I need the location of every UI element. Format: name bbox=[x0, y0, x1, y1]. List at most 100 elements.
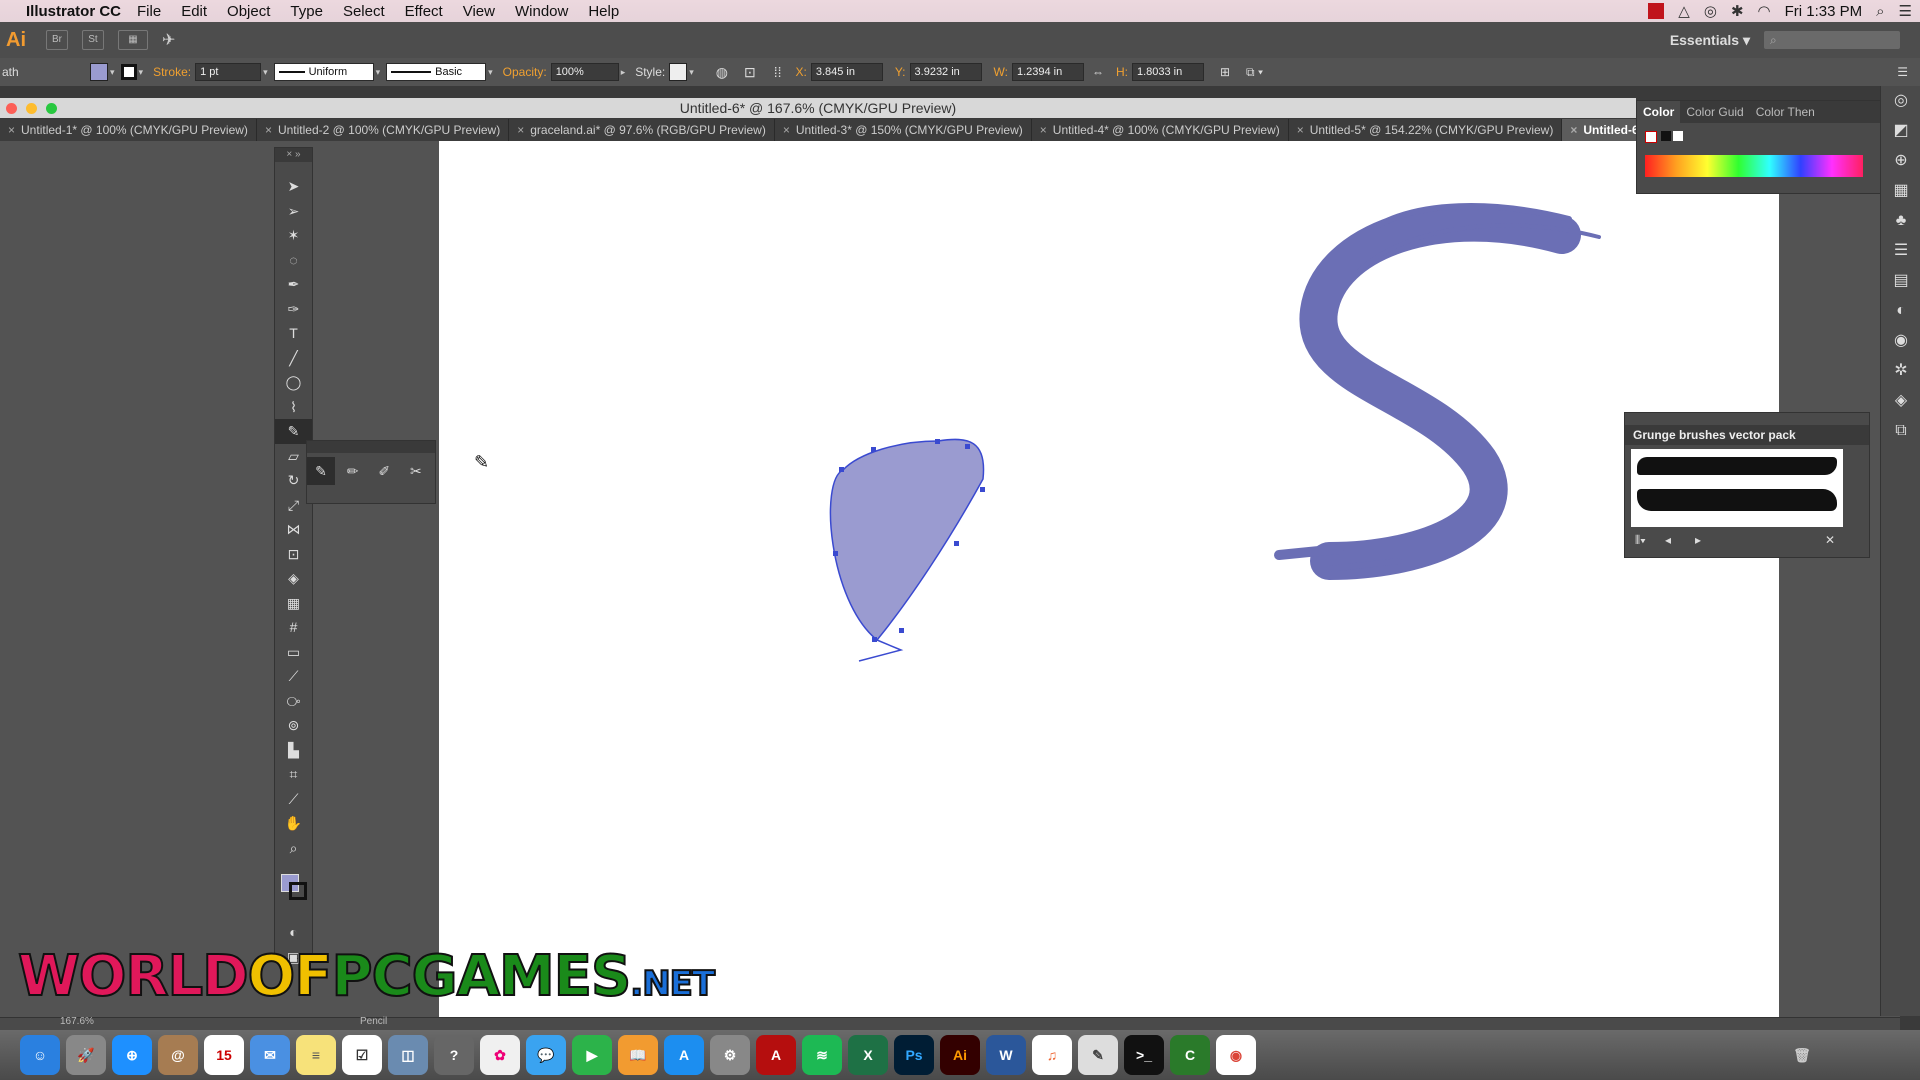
recolor-artwork-icon[interactable]: ◍ bbox=[716, 64, 728, 81]
gpu-performance-icon[interactable]: ✈ bbox=[162, 30, 175, 50]
close-tab-icon[interactable]: × bbox=[1570, 123, 1577, 137]
terminal-icon[interactable]: >_ bbox=[1124, 1035, 1164, 1075]
close-tab-icon[interactable]: × bbox=[517, 123, 524, 137]
word-icon[interactable]: W bbox=[986, 1035, 1026, 1075]
stroke-icon[interactable]: ☰ bbox=[1881, 236, 1920, 266]
preview-icon[interactable]: ◫ bbox=[388, 1035, 428, 1075]
menu-object[interactable]: Object bbox=[227, 3, 270, 20]
stroke-swatch[interactable] bbox=[120, 64, 137, 80]
mesh-tool-icon[interactable]: # bbox=[275, 615, 312, 640]
leaf-shape[interactable] bbox=[829, 438, 985, 642]
menu-select[interactable]: Select bbox=[343, 3, 385, 20]
color-spectrum[interactable] bbox=[1645, 155, 1863, 177]
ellipse-tool-icon[interactable]: ◯ bbox=[275, 370, 312, 395]
system-preferences-icon[interactable]: ⚙ bbox=[710, 1035, 750, 1075]
close-tab-icon[interactable]: × bbox=[8, 123, 15, 137]
transform-icon[interactable]: ⊞ bbox=[1220, 65, 1230, 79]
selection-tool-icon[interactable]: ➤ bbox=[275, 174, 312, 199]
menu-help[interactable]: Help bbox=[588, 3, 619, 20]
menu-window[interactable]: Window bbox=[515, 3, 568, 20]
reminders-icon[interactable]: ☑ bbox=[342, 1035, 382, 1075]
tab-untitled-5[interactable]: × Untitled-5* @ 154.22% (CMYK/GPU Preview… bbox=[1289, 119, 1563, 141]
magic-wand-tool-icon[interactable]: ✶ bbox=[275, 223, 312, 248]
illustrator-icon[interactable]: Ai bbox=[940, 1035, 980, 1075]
close-tab-icon[interactable]: × bbox=[1040, 123, 1047, 137]
swatches-icon[interactable]: ⊕ bbox=[1881, 146, 1920, 176]
stock-button[interactable]: St bbox=[82, 30, 104, 50]
blend-tool-icon[interactable]: ⧂ bbox=[275, 689, 312, 714]
gradient-tool-icon[interactable]: ▭ bbox=[275, 640, 312, 665]
constrain-proportions-icon[interactable]: ⇔ bbox=[1092, 65, 1104, 79]
brush-dropdown-icon[interactable]: ▾ bbox=[488, 67, 493, 78]
script-editor-icon[interactable]: ✎ bbox=[1078, 1035, 1118, 1075]
safari-icon[interactable]: ⊕ bbox=[112, 1035, 152, 1075]
eyedropper-tool-icon[interactable]: ⟋ bbox=[275, 664, 312, 689]
wifi-icon[interactable]: ◠ bbox=[1758, 2, 1771, 20]
tab-untitled-2[interactable]: × Untitled-2 @ 100% (CMYK/GPU Preview) bbox=[257, 119, 510, 141]
symbols-icon[interactable]: ♣ bbox=[1881, 206, 1920, 236]
mail-icon[interactable]: ✉ bbox=[250, 1035, 290, 1075]
menu-file[interactable]: File bbox=[137, 3, 161, 20]
workspace-switcher[interactable]: Essentials ▾ bbox=[1670, 32, 1750, 49]
close-tab-icon[interactable]: × bbox=[783, 123, 790, 137]
transparency-icon[interactable]: ◐ bbox=[1881, 296, 1920, 326]
smooth-tool-icon[interactable]: ✐ bbox=[370, 457, 398, 485]
symbol-sprayer-tool-icon[interactable]: ⊚ bbox=[275, 713, 312, 738]
fill-dropdown-icon[interactable]: ▾ bbox=[110, 67, 115, 78]
messages-icon[interactable]: 💬 bbox=[526, 1035, 566, 1075]
brushes-icon[interactable]: ▦ bbox=[1881, 176, 1920, 206]
drawing-modes-icon[interactable]: ◐ bbox=[275, 920, 312, 945]
spotlight-icon[interactable]: ⌕ bbox=[1876, 3, 1884, 20]
camtasia-icon[interactable]: C bbox=[1170, 1035, 1210, 1075]
close-library-icon[interactable]: ✕ bbox=[1825, 533, 1835, 547]
profile-dropdown-icon[interactable]: ▾ bbox=[376, 67, 381, 78]
brush-item[interactable] bbox=[1637, 489, 1837, 511]
column-graph-tool-icon[interactable]: ▙ bbox=[275, 738, 312, 763]
tab-color-themes[interactable]: Color Then bbox=[1750, 101, 1821, 123]
width-field[interactable]: 1.2394 in bbox=[1011, 63, 1084, 81]
stroke-dropdown-icon[interactable]: ▾ bbox=[139, 67, 144, 78]
bluetooth-icon[interactable]: ✱ bbox=[1731, 2, 1744, 20]
zoom-level[interactable]: 167.6% bbox=[60, 1016, 94, 1027]
chrome-icon[interactable]: ◉ bbox=[1216, 1035, 1256, 1075]
excel-icon[interactable]: X bbox=[848, 1035, 888, 1075]
pencil-flyout-tool-icon[interactable]: ✏ bbox=[339, 457, 367, 485]
contacts-icon[interactable]: @ bbox=[158, 1035, 198, 1075]
menu-edit[interactable]: Edit bbox=[181, 3, 207, 20]
gradient-icon[interactable]: ▤ bbox=[1881, 266, 1920, 296]
close-tab-icon[interactable]: × bbox=[265, 123, 272, 137]
none-swatch[interactable] bbox=[1645, 131, 1657, 143]
slice-tool-icon[interactable]: ⟋ bbox=[275, 787, 312, 812]
free-transform-tool-icon[interactable]: ⊡ bbox=[275, 542, 312, 567]
close-tab-icon[interactable]: × bbox=[1297, 123, 1304, 137]
hand-tool-icon[interactable]: ✋ bbox=[275, 811, 312, 836]
previous-library-icon[interactable]: ◂ bbox=[1665, 533, 1671, 547]
notes-icon[interactable]: ≡ bbox=[296, 1035, 336, 1075]
height-field[interactable]: 1.8033 in bbox=[1131, 63, 1204, 81]
finder-icon[interactable]: ☺ bbox=[20, 1035, 60, 1075]
tab-untitled-4[interactable]: × Untitled-4* @ 100% (CMYK/GPU Preview) bbox=[1032, 119, 1289, 141]
style-dropdown-icon[interactable]: ▾ bbox=[689, 67, 694, 78]
lasso-tool-icon[interactable]: ◌ bbox=[275, 248, 312, 273]
tab-graceland[interactable]: × graceland.ai* @ 97.6% (RGB/GPU Preview) bbox=[509, 119, 775, 141]
isolate-object-icon[interactable]: ⧉ ▾ bbox=[1246, 65, 1263, 80]
zoom-tool-icon[interactable]: ⌕ bbox=[275, 836, 312, 861]
opacity-label[interactable]: Opacity: bbox=[503, 65, 547, 79]
spotify-icon[interactable]: ≋ bbox=[802, 1035, 842, 1075]
record-icon[interactable] bbox=[1648, 3, 1665, 19]
x-field[interactable]: 3.845 in bbox=[810, 63, 883, 81]
width-tool-icon[interactable]: ⋈ bbox=[275, 517, 312, 542]
drive-icon[interactable]: △ bbox=[1678, 2, 1690, 20]
color-guide-icon[interactable]: ◩ bbox=[1881, 116, 1920, 146]
acrobat-icon[interactable]: A bbox=[756, 1035, 796, 1075]
direct-selection-tool-icon[interactable]: ➢ bbox=[275, 199, 312, 224]
brush-list[interactable] bbox=[1631, 449, 1843, 527]
graphic-style-swatch[interactable] bbox=[669, 63, 688, 81]
reference-point-icon[interactable]: ⁞⁞ bbox=[774, 64, 782, 80]
opacity-arrow-icon[interactable]: ▸ bbox=[621, 67, 626, 78]
search-field[interactable]: ⌕ bbox=[1764, 31, 1900, 49]
trash-icon[interactable]: 🗑 bbox=[1782, 1035, 1822, 1075]
pen-tool-icon[interactable]: ✒ bbox=[275, 272, 312, 297]
stroke-color-box[interactable] bbox=[289, 882, 307, 900]
tools-panel-header[interactable]: × » bbox=[275, 148, 312, 162]
